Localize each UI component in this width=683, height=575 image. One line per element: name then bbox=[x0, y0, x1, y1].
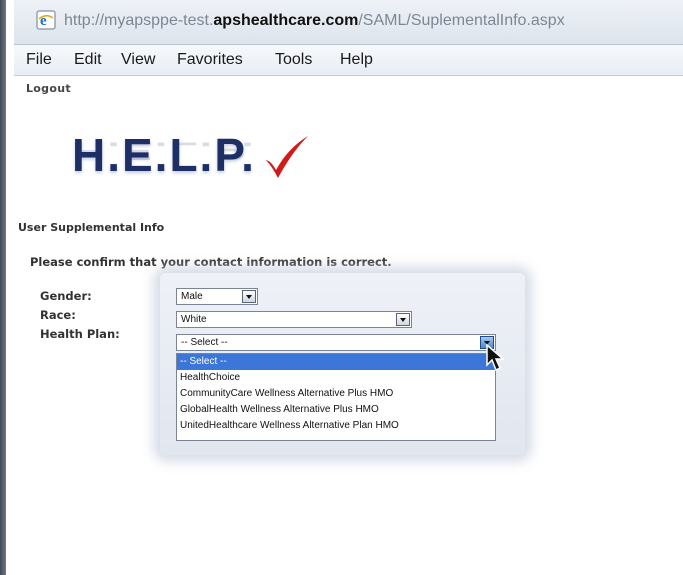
gender-select[interactable]: Male bbox=[176, 288, 258, 305]
help-logo: H.E.L.P. H.E.L.P. bbox=[72, 128, 308, 182]
chevron-down-icon[interactable] bbox=[242, 290, 256, 303]
health-plan-label: Health Plan: bbox=[40, 327, 120, 341]
health-plan-value: -- Select -- bbox=[181, 337, 228, 348]
section-title: User Supplemental Info bbox=[18, 221, 165, 234]
ie-page-icon: e bbox=[36, 10, 56, 30]
window-frame-edge bbox=[0, 0, 6, 575]
gender-label: Gender: bbox=[40, 289, 92, 303]
option-healthchoice[interactable]: HealthChoice bbox=[177, 370, 495, 386]
health-plan-select[interactable]: -- Select -- bbox=[176, 334, 496, 351]
url-text[interactable]: http://myapsppe-test.apshealthcare.com/S… bbox=[64, 10, 565, 32]
option-select[interactable]: -- Select -- bbox=[177, 354, 495, 370]
option-unitedhealthcare[interactable]: UnitedHealthcare Wellness Alternative Pl… bbox=[177, 418, 495, 434]
chevron-down-icon[interactable] bbox=[396, 313, 410, 326]
option-communitycare[interactable]: CommunityCare Wellness Alternative Plus … bbox=[177, 386, 495, 402]
health-plan-options[interactable]: -- Select -- HealthChoice CommunityCare … bbox=[176, 353, 496, 441]
address-bar[interactable]: e http://myapsppe-test.apshealthcare.com… bbox=[14, 0, 683, 45]
url-path: /SAML/SuplementalInfo.aspx bbox=[358, 12, 565, 29]
url-domain: apshealthcare.com bbox=[213, 12, 359, 29]
race-select[interactable]: White bbox=[176, 311, 412, 328]
menu-view[interactable]: View bbox=[121, 51, 155, 69]
menu-help[interactable]: Help bbox=[340, 51, 373, 69]
menu-file[interactable]: File bbox=[26, 51, 52, 69]
menu-favorites[interactable]: Favorites bbox=[177, 51, 243, 69]
url-prefix: http://myapsppe-test. bbox=[64, 12, 214, 29]
menu-edit[interactable]: Edit bbox=[74, 51, 102, 69]
mouse-cursor-icon bbox=[485, 343, 507, 377]
logout-link[interactable]: Logout bbox=[26, 82, 71, 95]
red-checkmark-icon bbox=[262, 134, 312, 184]
menu-bar: File Edit View Favorites Tools Help bbox=[14, 45, 683, 76]
menu-tools[interactable]: Tools bbox=[275, 51, 312, 69]
race-label: Race: bbox=[40, 308, 76, 322]
option-globalhealth[interactable]: GlobalHealth Wellness Alternative Plus H… bbox=[177, 402, 495, 418]
gender-value: Male bbox=[181, 291, 203, 302]
logo-reflection: H.E.L.P. bbox=[72, 136, 256, 166]
instruction-text: Please confirm that your contact informa… bbox=[30, 255, 392, 269]
race-value: White bbox=[181, 314, 207, 325]
